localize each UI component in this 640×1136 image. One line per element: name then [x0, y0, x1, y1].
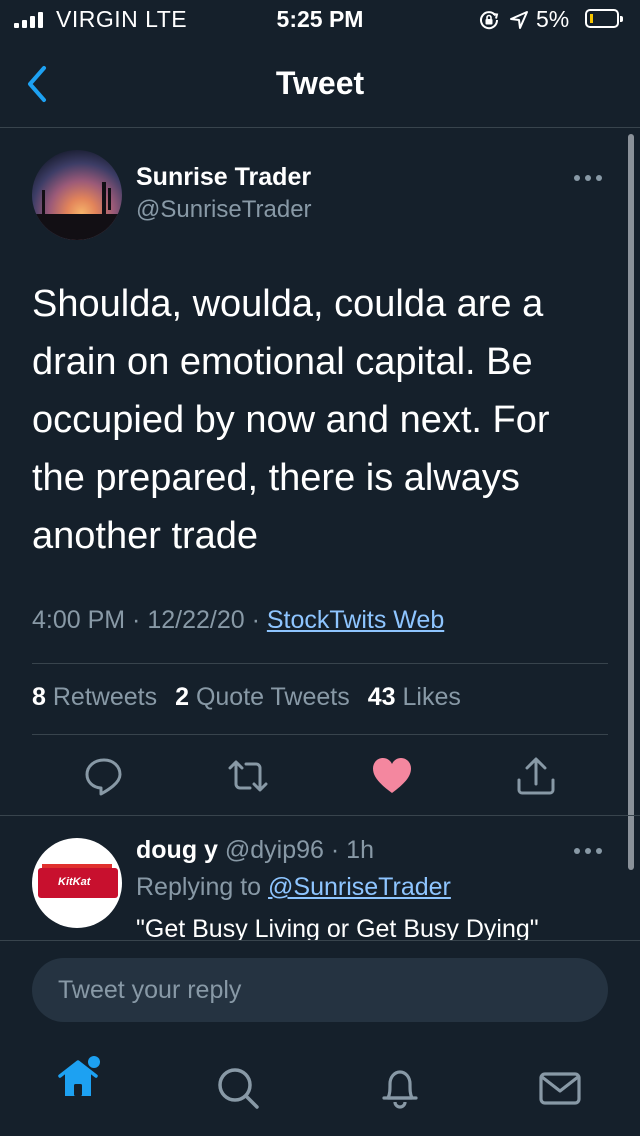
retweets-stat[interactable]: 8 Retweets	[32, 683, 157, 711]
replying-prefix: Replying to	[136, 873, 262, 901]
tweet-date: 12/22/20	[147, 606, 245, 634]
divider	[0, 815, 640, 816]
tweet-source-link[interactable]: StockTwits Web	[267, 606, 444, 634]
author-handle[interactable]: @SunriseTrader	[136, 196, 312, 224]
replying-to-line: Replying to @SunriseTrader	[136, 873, 451, 902]
page-title: Tweet	[275, 65, 365, 101]
retweets-count: 8	[32, 683, 46, 711]
meta-separator: ·	[125, 606, 148, 634]
reply-author-name[interactable]: doug y	[136, 836, 218, 864]
avatar-logo-text: KitKat	[58, 876, 91, 888]
notifications-icon[interactable]	[376, 1064, 424, 1112]
reply-input[interactable]	[32, 958, 608, 1022]
home-icon[interactable]	[54, 1054, 102, 1102]
quotes-label: Quote Tweets	[195, 683, 350, 711]
quotes-stat[interactable]: 2 Quote Tweets	[175, 683, 350, 711]
reply-author-avatar[interactable]: KitKat	[32, 838, 122, 928]
reply-more-options-icon[interactable]	[574, 843, 608, 859]
location-arrow-icon	[510, 11, 528, 29]
author-name[interactable]: Sunrise Trader	[136, 163, 311, 192]
search-icon[interactable]	[214, 1064, 262, 1112]
reply-author-handle[interactable]: @dyip96	[225, 836, 324, 864]
tweet-meta: 4:00 PM · 12/22/20 · StockTwits Web	[32, 606, 444, 635]
reply-header: doug y @dyip96 · 1h	[136, 836, 374, 865]
scrollbar[interactable]	[628, 134, 634, 870]
status-bar: VIRGIN LTE 5:25 PM 5%	[0, 0, 640, 40]
likes-label: Likes	[402, 683, 461, 711]
share-icon[interactable]	[514, 754, 558, 798]
quotes-count: 2	[175, 683, 189, 711]
battery-percent: 5%	[536, 6, 570, 32]
retweet-icon[interactable]	[226, 754, 270, 798]
reply-icon[interactable]	[82, 754, 126, 798]
rotation-lock-icon	[480, 11, 499, 30]
more-options-icon[interactable]	[574, 170, 608, 186]
divider	[32, 663, 608, 664]
tweet-stats: 8 Retweets 2 Quote Tweets 43 Likes	[32, 683, 461, 712]
tweet-text: Shoulda, woulda, coulda are a drain on e…	[32, 283, 550, 557]
author-avatar[interactable]	[32, 150, 122, 240]
nav-header: Tweet	[0, 40, 640, 128]
like-icon[interactable]	[370, 754, 414, 798]
meta-separator: ·	[244, 606, 267, 634]
tab-bar	[0, 1040, 640, 1136]
battery-icon	[585, 9, 623, 28]
reply-separator: ·	[323, 836, 347, 864]
likes-count: 43	[367, 683, 396, 711]
likes-stat[interactable]: 43 Likes	[368, 683, 461, 711]
divider	[32, 734, 608, 735]
replying-to-link[interactable]: @SunriseTrader	[268, 873, 451, 901]
messages-icon[interactable]	[536, 1064, 584, 1112]
reply-time: 1h	[346, 836, 374, 864]
tweet-time: 4:00 PM	[32, 606, 126, 634]
reply-text: "Get Busy Living or Get Busy Dying"	[136, 915, 539, 941]
retweets-label: Retweets	[52, 683, 158, 711]
